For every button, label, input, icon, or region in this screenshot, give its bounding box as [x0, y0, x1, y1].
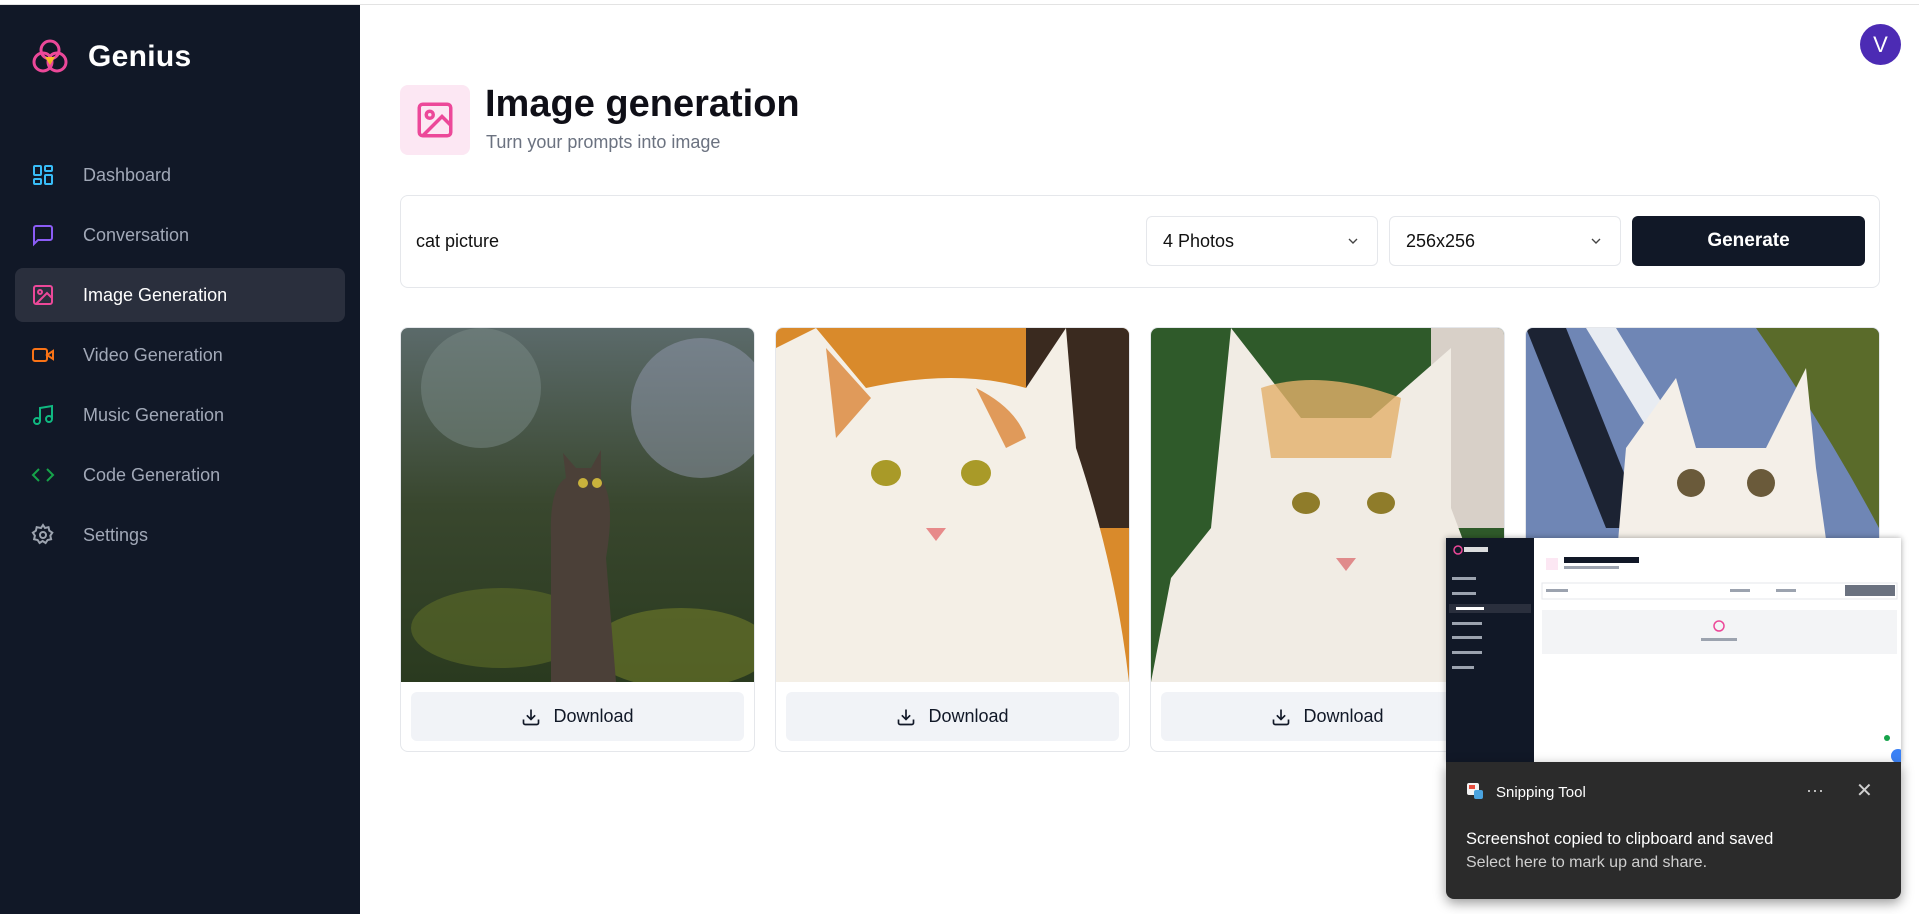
close-icon[interactable]: ✕ — [1856, 778, 1873, 803]
download-label: Download — [1303, 706, 1384, 726]
sidebar-nav: Dashboard Conversation Image Generation — [15, 148, 345, 568]
music-icon — [30, 402, 56, 428]
sidebar-item-label: Music Generation — [83, 404, 225, 425]
notification-message: Screenshot copied to clipboard and saved — [1466, 830, 1774, 848]
download-button[interactable]: Download — [1161, 692, 1494, 741]
sidebar-item-image-generation[interactable]: Image Generation — [15, 268, 345, 322]
image-icon — [417, 102, 453, 138]
sidebar: Genius Dashboard Conversation Image Gene… — [0, 5, 360, 914]
amount-select[interactable]: 4 Photos — [1146, 216, 1378, 266]
code-icon — [30, 462, 56, 488]
prompt-input[interactable] — [416, 216, 1106, 266]
generation-form: 4 Photos 256x256 Generate — [400, 195, 1880, 288]
sidebar-item-label: Settings — [83, 524, 149, 545]
sidebar-item-label: Conversation — [83, 224, 190, 245]
page-title: Image generation — [485, 83, 800, 125]
sidebar-item-label: Dashboard — [83, 164, 172, 185]
dashboard-icon — [30, 162, 56, 188]
sidebar-item-dashboard[interactable]: Dashboard — [15, 148, 345, 202]
snipping-tool-notification[interactable]: Snipping Tool ··· ✕ Screenshot copied to… — [1446, 762, 1901, 899]
sidebar-item-code-generation[interactable]: Code Generation — [15, 448, 345, 502]
sidebar-item-music-generation[interactable]: Music Generation — [15, 388, 345, 442]
message-square-icon — [30, 222, 56, 248]
image-card: Download — [400, 327, 755, 752]
cat-photo-1 — [401, 328, 754, 682]
genius-logo-icon — [32, 39, 68, 73]
app-window: Genius Dashboard Conversation Image Gene… — [0, 0, 1919, 914]
brand[interactable]: Genius — [30, 35, 192, 79]
page-icon-container — [400, 85, 470, 155]
sidebar-item-settings[interactable]: Settings — [15, 508, 345, 562]
sidebar-item-video-generation[interactable]: Video Generation — [15, 328, 345, 382]
screenshot-thumbnail — [1446, 538, 1901, 762]
video-icon — [30, 342, 56, 368]
chevron-down-icon — [1591, 238, 1601, 244]
brand-name: Genius — [88, 40, 192, 73]
sidebar-item-label: Image Generation — [83, 284, 228, 305]
generate-button[interactable]: Generate — [1632, 216, 1865, 266]
resolution-select-value: 256x256 — [1406, 230, 1476, 251]
resolution-select[interactable]: 256x256 — [1389, 216, 1621, 266]
page-subtitle: Turn your prompts into image — [486, 132, 721, 152]
download-button[interactable]: Download — [411, 692, 744, 741]
notification-app-name: Snipping Tool — [1496, 784, 1586, 801]
download-icon — [898, 709, 915, 725]
image-card: Download — [775, 327, 1130, 752]
snipping-tool-preview[interactable] — [1446, 538, 1901, 762]
sidebar-item-conversation[interactable]: Conversation — [15, 208, 345, 262]
snipping-tool-icon — [1467, 783, 1483, 799]
sidebar-item-label: Video Generation — [83, 344, 223, 365]
notification-sub-message: Select here to mark up and share. — [1466, 854, 1708, 871]
cat-photo-2 — [776, 328, 1129, 682]
download-label: Download — [553, 706, 634, 726]
sidebar-item-label: Code Generation — [83, 464, 221, 485]
chevron-down-icon — [1348, 238, 1358, 244]
download-button[interactable]: Download — [786, 692, 1119, 741]
image-icon — [30, 282, 56, 308]
user-avatar[interactable]: V — [1860, 24, 1901, 65]
download-label: Download — [928, 706, 1009, 726]
more-options-icon[interactable]: ··· — [1806, 780, 1824, 801]
download-icon — [523, 709, 540, 725]
download-icon — [1273, 709, 1290, 725]
amount-select-value: 4 Photos — [1163, 230, 1235, 251]
settings-icon — [30, 522, 56, 548]
